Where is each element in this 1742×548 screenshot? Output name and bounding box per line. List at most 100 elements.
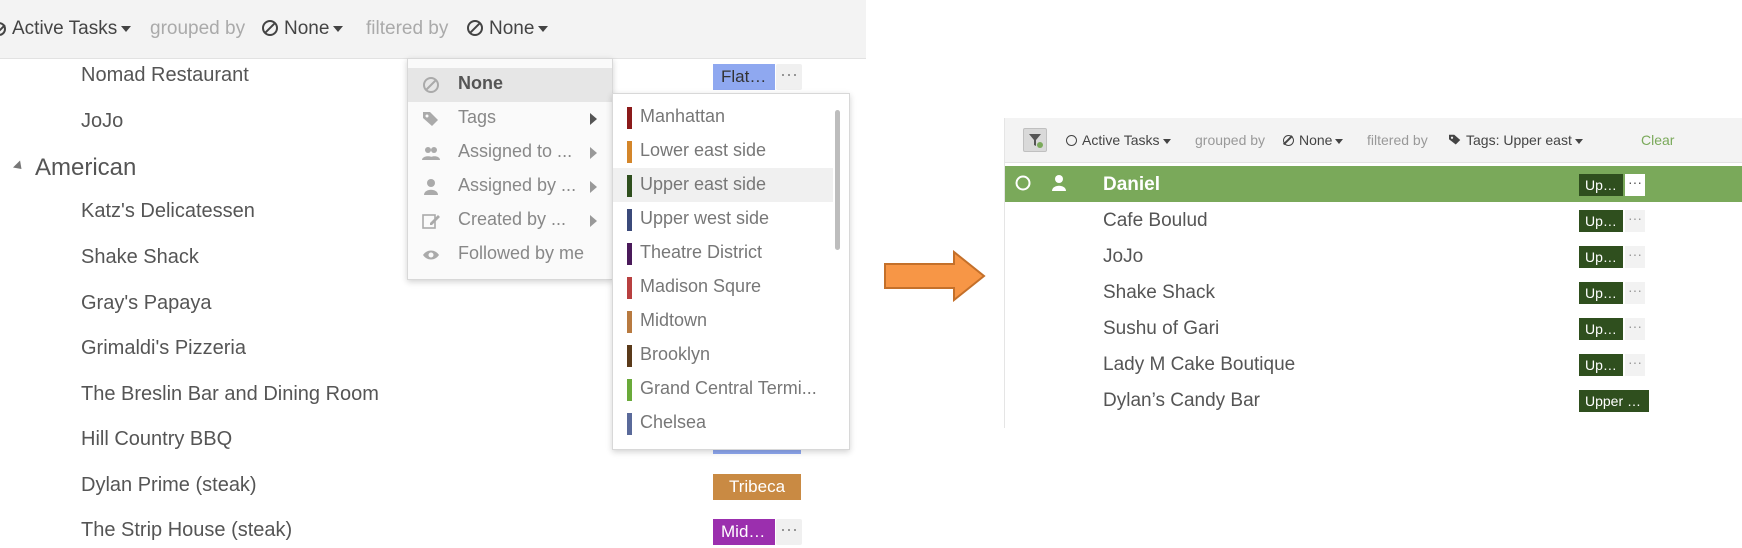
list-item[interactable]: Hill Country BBQ — [81, 428, 232, 451]
row-title: Sushu of Gari — [1103, 318, 1220, 339]
more-options-button[interactable]: ··· — [1625, 174, 1645, 196]
tag-color-swatch — [627, 175, 632, 197]
tag-color-swatch — [627, 311, 632, 333]
tag-color-swatch — [627, 379, 632, 401]
filter-menu-item-assigned-to[interactable]: Assigned to ... — [408, 136, 612, 170]
active-tasks-dropdown[interactable]: Active Tasks — [0, 17, 132, 41]
filter-menu: None Tags Assigned to ... Assigned by ..… — [407, 58, 613, 280]
list-item[interactable]: Grimaldi's Pizzeria — [81, 337, 246, 360]
filter-toggle-button[interactable] — [1023, 128, 1047, 152]
more-options-button[interactable]: ··· — [1625, 354, 1645, 376]
tag-badge[interactable]: Mid… — [713, 519, 775, 545]
chevron-down-icon — [333, 25, 344, 32]
tag-badge[interactable]: Flat… — [713, 64, 775, 90]
group-by-dropdown[interactable]: None — [1283, 131, 1344, 149]
table-row[interactable]: Cafe Boulud Up… ··· — [1005, 202, 1742, 238]
tag-color-swatch — [627, 107, 632, 129]
list-item[interactable]: Gray's Papaya — [81, 292, 212, 315]
row-title: Dylan’s Candy Bar — [1103, 390, 1261, 411]
row-title: Daniel — [1103, 174, 1161, 195]
active-tasks-dropdown[interactable]: Active Tasks — [1066, 131, 1171, 149]
tag-option[interactable]: Upper east side — [613, 168, 833, 202]
filter-icon — [1029, 134, 1043, 148]
filter-dropdown[interactable]: None — [467, 17, 549, 41]
group-by-dropdown[interactable]: None — [262, 17, 344, 41]
chevron-down-icon — [1574, 138, 1583, 144]
tag-badge[interactable]: Upper … — [1579, 390, 1649, 412]
tag-badge[interactable]: Up… — [1579, 354, 1623, 376]
complete-circle-icon[interactable] — [1015, 175, 1031, 191]
none-icon — [423, 77, 439, 93]
chevron-right-icon — [590, 147, 597, 159]
tag-badge[interactable]: Up… — [1579, 282, 1623, 304]
scrollbar[interactable] — [835, 110, 840, 250]
tag-option[interactable]: Chelsea — [613, 406, 833, 440]
eye-icon — [423, 250, 439, 260]
more-options-button[interactable]: ··· — [1625, 282, 1645, 304]
tag-badge[interactable]: Up… — [1579, 318, 1623, 340]
tag-option[interactable]: Grand Central Termi... — [613, 372, 833, 406]
filter-menu-item-followed[interactable]: Followed by me — [408, 238, 612, 272]
filter-menu-item-created-by[interactable]: Created by ... — [408, 204, 612, 238]
tag-badge[interactable]: Up… — [1579, 210, 1623, 232]
filtered-by-label: filtered by — [1367, 132, 1428, 148]
tag-option[interactable]: Manhattan — [613, 100, 833, 134]
table-row[interactable]: Shake Shack Up… ··· — [1005, 274, 1742, 310]
left-panel: Active Tasks grouped by None filtered by… — [0, 0, 866, 548]
table-row[interactable]: Lady M Cake Boutique Up… ··· — [1005, 346, 1742, 382]
task-circle-icon — [1066, 135, 1077, 146]
tag-option[interactable]: Theatre District — [613, 236, 833, 270]
more-options-button[interactable]: ··· — [1625, 210, 1645, 232]
table-row[interactable]: JoJo Up… ··· — [1005, 238, 1742, 274]
tag-option[interactable]: Upper west side — [613, 202, 833, 236]
more-options-button[interactable]: ··· — [1625, 318, 1645, 340]
tag-badge[interactable]: Tribeca — [713, 474, 801, 500]
list-item[interactable]: The Strip House (steak) — [81, 519, 292, 542]
filter-menu-item-assigned-by[interactable]: Assigned by ... — [408, 170, 612, 204]
none-icon — [1283, 135, 1294, 146]
collapse-triangle-icon[interactable] — [12, 160, 26, 173]
users-icon — [422, 147, 440, 160]
tag-color-swatch — [627, 209, 632, 231]
chevron-down-icon — [121, 25, 132, 32]
list-item[interactable]: Dylan Prime (steak) — [81, 474, 257, 497]
filter-dropdown[interactable]: Tags: Upper east — [1448, 131, 1583, 149]
tags-icon — [423, 112, 438, 126]
tag-color-swatch — [627, 345, 632, 367]
more-options-button[interactable]: ··· — [1625, 246, 1645, 268]
tag-option[interactable]: Midtown — [613, 304, 833, 338]
grouped-by-label: grouped by — [150, 18, 246, 39]
row-title: JoJo — [1103, 246, 1144, 267]
row-title: Shake Shack — [1103, 282, 1215, 303]
right-arrow-icon — [884, 250, 986, 302]
toolbar: Active Tasks grouped by None filtered by… — [0, 0, 866, 59]
filter-menu-item-tags[interactable]: Tags — [408, 102, 612, 136]
chevron-down-icon — [1162, 138, 1171, 144]
list-item[interactable]: Katz's Delicatessen — [81, 200, 255, 223]
table-row[interactable]: Daniel Up… ··· — [1005, 166, 1742, 202]
more-options-button[interactable]: ··· — [776, 519, 802, 545]
tag-color-swatch — [627, 277, 632, 299]
tag-color-swatch — [627, 141, 632, 163]
tags-submenu: Manhattan Lower east side Upper east sid… — [612, 93, 850, 450]
right-panel: Active Tasks grouped by None filtered by… — [1004, 118, 1742, 428]
tag-badge[interactable]: Up… — [1579, 174, 1623, 196]
tag-option[interactable]: Madison Squre — [613, 270, 833, 304]
grouped-by-label: grouped by — [1195, 132, 1266, 148]
tag-badge[interactable]: Up… — [1579, 246, 1623, 268]
table-row[interactable]: Sushu of Gari Up… ··· — [1005, 310, 1742, 346]
toolbar: Active Tasks grouped by None filtered by… — [1005, 118, 1742, 163]
tag-option[interactable]: Brooklyn — [613, 338, 833, 372]
table-row[interactable]: Dylan’s Candy Bar Upper … — [1005, 382, 1742, 418]
list-item[interactable]: The Breslin Bar and Dining Room — [81, 383, 379, 406]
more-options-button[interactable]: ··· — [776, 64, 802, 90]
filter-menu-item-none[interactable]: None — [408, 68, 612, 102]
tag-color-swatch — [627, 413, 632, 435]
list-item[interactable]: Nomad Restaurant — [81, 64, 249, 87]
clear-filter-link[interactable]: Clear — [1641, 131, 1674, 149]
chevron-right-icon — [590, 113, 597, 125]
list-item[interactable]: Shake Shack — [81, 246, 199, 269]
tag-option[interactable]: Lower east side — [613, 134, 833, 168]
list-item[interactable]: JoJo — [81, 110, 123, 133]
chevron-right-icon — [590, 181, 597, 193]
